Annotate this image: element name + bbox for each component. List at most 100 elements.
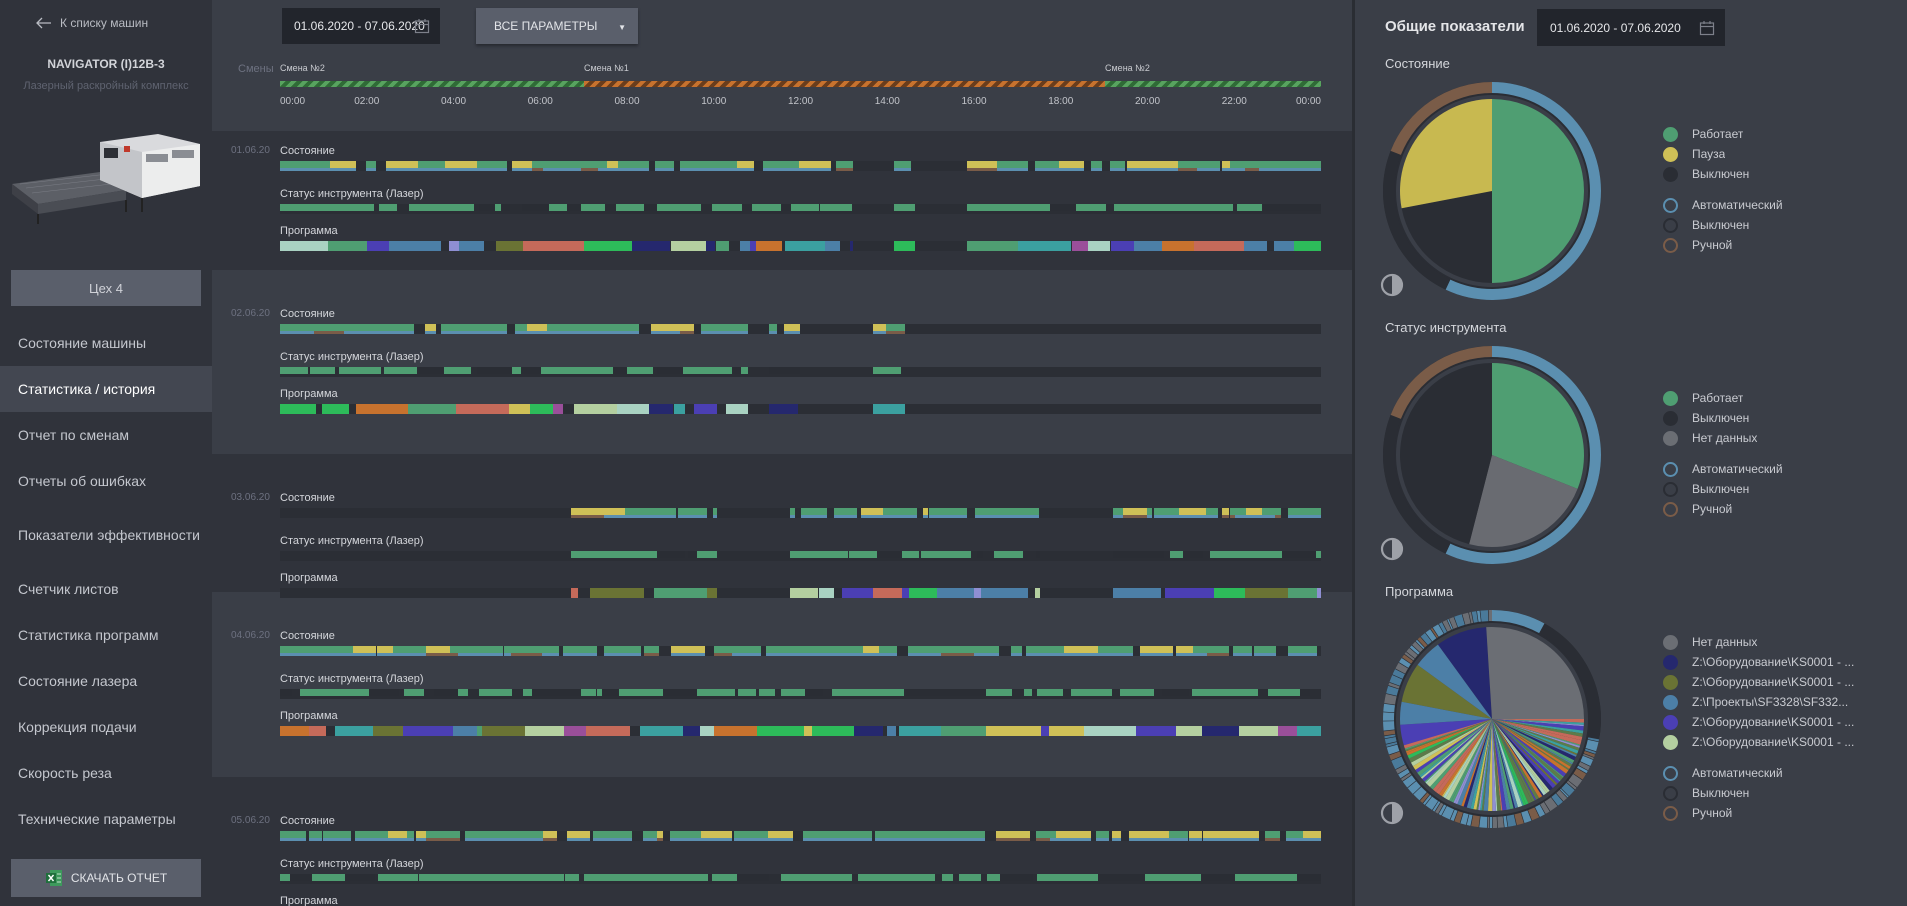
program-track[interactable]	[280, 404, 1321, 414]
mode-segment	[923, 515, 929, 518]
sidebar-item-shift-report[interactable]: Отчет по сменам	[0, 412, 212, 458]
state-track[interactable]	[280, 508, 1321, 518]
legend-item[interactable]: Z:\Оборудование\KS0001 - ...	[1663, 732, 1854, 752]
legend-item[interactable]: Ручной	[1663, 803, 1854, 823]
timeline-segment	[280, 367, 308, 374]
timeline-segment	[894, 241, 915, 251]
mode-segment	[802, 838, 838, 841]
summary-section-title: Статус инструмента	[1385, 320, 1507, 335]
summary-date-picker[interactable]: 01.06.2020 - 07.06.2020	[1537, 9, 1725, 46]
sidebar-item-program-stats[interactable]: Статистика программ	[0, 612, 212, 658]
sidebar-item-cut-speed[interactable]: Скорость реза	[0, 750, 212, 796]
sidebar-item-tech-params[interactable]: Технические параметры	[0, 796, 212, 842]
timeline-segment	[546, 324, 575, 331]
mode-segment	[973, 653, 999, 656]
legend-spacer	[1663, 184, 1783, 195]
legend-item[interactable]: Выключен	[1663, 164, 1783, 184]
timeline-segment	[1263, 204, 1298, 211]
summary-donut-chart[interactable]	[1381, 344, 1603, 566]
state-track[interactable]	[280, 161, 1321, 171]
back-to-machines-link[interactable]: К списку машин	[36, 16, 148, 30]
download-report-button[interactable]: СКАЧАТЬ ОТЧЕТ	[11, 859, 201, 897]
mode-segment	[1063, 653, 1098, 656]
legend-item[interactable]: Z:\Оборудование\KS0001 - ...	[1663, 712, 1854, 732]
summary-donut-chart[interactable]	[1381, 608, 1603, 830]
legend-item[interactable]: Z:\Оборудование\KS0001 - ...	[1663, 672, 1854, 692]
timeline-segment	[280, 646, 302, 653]
timeline-segment	[369, 689, 399, 696]
tool-status-track[interactable]	[280, 551, 1321, 561]
mode-segment	[280, 838, 307, 841]
timeline-segment	[963, 874, 981, 881]
shop-button[interactable]: Цех 4	[11, 270, 201, 306]
legend-item[interactable]: Выключен	[1663, 479, 1783, 499]
state-track[interactable]	[280, 831, 1321, 841]
sidebar-item-laser-state[interactable]: Состояние лазера	[0, 658, 212, 704]
hour-tick-label: 22:00	[1221, 96, 1247, 107]
timeline-segment	[1018, 241, 1071, 251]
timeline-segment	[960, 508, 967, 515]
legend-item[interactable]: Пауза	[1663, 144, 1783, 164]
timeline-segment	[1203, 831, 1227, 838]
legend-label: Ручной	[1692, 502, 1733, 516]
timeline-segment	[714, 646, 733, 653]
state-track[interactable]	[280, 646, 1321, 656]
tool-status-track[interactable]	[280, 204, 1321, 214]
parameters-dropdown[interactable]: ВСЕ ПАРАМЕТРЫ ▼	[476, 8, 638, 44]
legend-item[interactable]: Работает	[1663, 124, 1783, 144]
sidebar-item-error-reports[interactable]: Отчеты об ошибках	[0, 458, 212, 504]
legend-item[interactable]: Ручной	[1663, 499, 1783, 519]
legend-item[interactable]: Автоматический	[1663, 763, 1854, 783]
timeline-segment	[829, 646, 841, 653]
program-track[interactable]	[280, 726, 1321, 736]
legend-item[interactable]: Автоматический	[1663, 195, 1783, 215]
mode-ring-slice	[1383, 703, 1395, 713]
sidebar-item-feed-correction[interactable]: Коррекция подачи	[0, 704, 212, 750]
legend-item[interactable]: Z:\Проекты\SF3328\SF332...	[1663, 692, 1854, 712]
legend-item[interactable]: Ручной	[1663, 235, 1783, 255]
timeline-segment	[389, 241, 441, 251]
timeline-segment	[1259, 161, 1294, 168]
timeline-segment	[1135, 551, 1164, 558]
mode-ring-slice	[1480, 610, 1489, 622]
summary-donut-chart[interactable]	[1381, 80, 1603, 302]
state-track[interactable]	[280, 324, 1321, 334]
legend-item[interactable]: Z:\Оборудование\KS0001 - ...	[1663, 652, 1854, 672]
sidebar-item-sheet-counter[interactable]: Счетчик листов	[0, 566, 212, 612]
mode-segment	[1189, 838, 1202, 841]
timeline-segment	[402, 726, 453, 736]
program-track[interactable]	[280, 241, 1321, 251]
timeline-segment	[457, 689, 469, 696]
chart-mode-toggle-icon[interactable]	[1379, 800, 1405, 826]
sidebar-item-statistics-history[interactable]: Статистика / история	[0, 366, 212, 412]
legend-item[interactable]: Выключен	[1663, 215, 1783, 235]
mode-segment	[1096, 838, 1110, 841]
timeline-segment	[713, 508, 718, 515]
legend-item[interactable]: Нет данных	[1663, 632, 1854, 652]
timeline-segment	[574, 404, 617, 414]
chart-mode-toggle-icon[interactable]	[1379, 536, 1405, 562]
timeline-segment	[929, 508, 961, 515]
tool-status-track[interactable]	[280, 367, 1321, 377]
timeline-segment	[940, 726, 986, 736]
sidebar: К списку машин NAVIGATOR (I)12В-3 Лазерн…	[0, 0, 212, 906]
date-range-picker[interactable]: 01.06.2020 - 07.06.2020	[282, 8, 440, 44]
timeline-segment	[280, 204, 294, 211]
timeline-segment	[873, 324, 887, 331]
legend-item[interactable]: Автоматический	[1663, 459, 1783, 479]
sidebar-item-efficiency[interactable]: Показатели эффективности	[0, 504, 212, 566]
chart-mode-toggle-icon[interactable]	[1379, 272, 1405, 298]
legend-item[interactable]: Работает	[1663, 388, 1783, 408]
legend-swatch	[1663, 146, 1678, 162]
legend-item[interactable]: Выключен	[1663, 783, 1854, 803]
timeline-segment	[687, 551, 697, 558]
mode-segment	[425, 838, 460, 841]
legend-item[interactable]: Нет данных	[1663, 428, 1783, 448]
timeline-segment	[617, 161, 649, 168]
tool-status-track[interactable]	[280, 689, 1321, 699]
legend-item[interactable]: Выключен	[1663, 408, 1783, 428]
tool-status-track[interactable]	[280, 874, 1321, 884]
sidebar-item-machine-state[interactable]: Состояние машины	[0, 320, 212, 366]
timeline-segment	[624, 508, 657, 515]
mode-segment	[1193, 653, 1207, 656]
